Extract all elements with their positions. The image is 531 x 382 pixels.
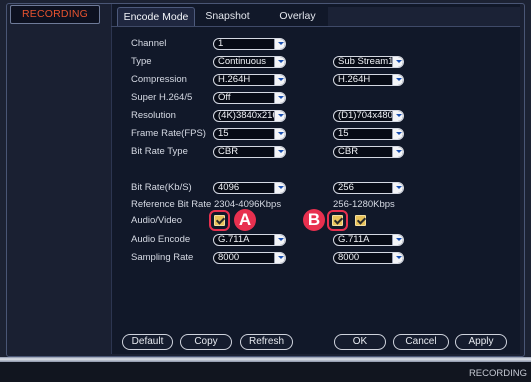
audio-video-sub-checkbox[interactable] [332, 215, 343, 226]
cancel-button[interactable]: Cancel [393, 334, 449, 350]
chevron-down-icon[interactable] [392, 235, 403, 245]
sampling-rate-sub-value: 8000 [338, 252, 360, 263]
chevron-down-icon[interactable] [274, 75, 285, 85]
resolution-sub-value: (D1)704x480 [338, 110, 393, 121]
type-sub-select[interactable]: Sub Stream1 [333, 56, 404, 68]
status-bar [0, 362, 531, 382]
sampling-rate-label: Sampling Rate [131, 252, 194, 263]
chevron-down-icon[interactable] [274, 253, 285, 263]
chevron-down-icon[interactable] [392, 183, 403, 193]
audio-video-label: Audio/Video [131, 215, 183, 226]
compression-sub-select[interactable]: H.264H [333, 74, 404, 86]
compression-main-select[interactable]: H.264H [213, 74, 286, 86]
content-panel [111, 4, 520, 354]
resolution-label: Resolution [131, 110, 176, 121]
bit-rate-main-value: 4096 [218, 182, 240, 193]
chevron-down-icon[interactable] [274, 183, 285, 193]
tab-strip [328, 7, 520, 27]
chevron-down-icon[interactable] [274, 129, 285, 139]
chevron-down-icon[interactable] [274, 111, 285, 121]
frame-rate-main-value: 15 [218, 128, 229, 139]
chevron-down-icon[interactable] [274, 235, 285, 245]
tab-overlay[interactable]: Overlay [270, 7, 325, 27]
super-h264-select[interactable]: Off [213, 92, 286, 104]
default-button[interactable]: Default [122, 334, 173, 350]
tab-snapshot[interactable]: Snapshot [200, 7, 255, 27]
sampling-rate-sub-select[interactable]: 8000 [333, 252, 404, 264]
compression-label: Compression [131, 74, 187, 85]
compression-sub-value: H.264H [338, 74, 371, 85]
chevron-down-icon[interactable] [274, 147, 285, 157]
super-h264-value: Off [218, 92, 231, 103]
frame-rate-label: Frame Rate(FPS) [131, 128, 206, 139]
refresh-button[interactable]: Refresh [240, 334, 293, 350]
sampling-rate-main-value: 8000 [218, 252, 240, 263]
audio-encode-main-select[interactable]: G.711A [213, 234, 286, 246]
bit-rate-sub-value: 256 [338, 182, 354, 193]
audio-encode-sub-select[interactable]: G.711A [333, 234, 404, 246]
chevron-down-icon[interactable] [392, 129, 403, 139]
type-main-value: Continuous [218, 56, 267, 67]
channel-value: 1 [218, 38, 224, 49]
channel-select[interactable]: 1 [213, 38, 286, 50]
chevron-down-icon[interactable] [274, 39, 285, 49]
reference-bit-rate-label: Reference Bit Rate [131, 199, 212, 210]
chevron-down-icon[interactable] [392, 111, 403, 121]
audio-video-main-checkbox[interactable] [214, 215, 225, 226]
frame-rate-sub-value: 15 [338, 128, 349, 139]
bit-rate-type-main-select[interactable]: CBR [213, 146, 286, 158]
type-label: Type [131, 56, 152, 67]
resolution-main-select[interactable]: (4K)3840x216 [213, 110, 286, 122]
bit-rate-type-sub-value: CBR [338, 146, 359, 157]
bit-rate-type-label: Bit Rate Type [131, 146, 188, 157]
sampling-rate-main-select[interactable]: 8000 [213, 252, 286, 264]
reference-bit-rate-sub: 256-1280Kbps [333, 199, 395, 210]
tab-divider [111, 26, 520, 27]
tab-encode-mode[interactable]: Encode Mode [117, 7, 195, 27]
chevron-down-icon[interactable] [392, 253, 403, 263]
chevron-down-icon[interactable] [274, 93, 285, 103]
callout-b-badge: B [303, 209, 325, 231]
window-title: RECORDING [10, 5, 100, 24]
frame-rate-main-select[interactable]: 15 [213, 128, 286, 140]
chevron-down-icon[interactable] [392, 147, 403, 157]
audio-encode-sub-value: G.711A [338, 234, 370, 245]
chevron-down-icon[interactable] [392, 75, 403, 85]
type-main-select[interactable]: Continuous [213, 56, 286, 68]
bit-rate-label: Bit Rate(Kb/S) [131, 182, 192, 193]
chevron-down-icon[interactable] [392, 57, 403, 67]
ok-button[interactable]: OK [334, 334, 386, 350]
bit-rate-sub-select[interactable]: 256 [333, 182, 404, 194]
type-sub-value: Sub Stream1 [338, 56, 394, 67]
apply-button[interactable]: Apply [455, 334, 507, 350]
bit-rate-type-sub-select[interactable]: CBR [333, 146, 404, 158]
audio-encode-main-value: G.711A [218, 234, 250, 245]
super-h264-label: Super H.264/5 [131, 92, 193, 103]
frame-rate-sub-select[interactable]: 15 [333, 128, 404, 140]
chevron-down-icon[interactable] [274, 57, 285, 67]
audio-sub-checkbox[interactable] [355, 215, 366, 226]
channel-label: Channel [131, 38, 167, 49]
resolution-sub-select[interactable]: (D1)704x480 [333, 110, 404, 122]
audio-encode-label: Audio Encode [131, 234, 191, 245]
callout-a-badge: A [234, 209, 256, 231]
copy-button[interactable]: Copy [180, 334, 232, 350]
status-bar-text: RECORDING [468, 368, 527, 379]
bit-rate-main-select[interactable]: 4096 [213, 182, 286, 194]
compression-main-value: H.264H [218, 74, 251, 85]
resolution-main-value: (4K)3840x216 [218, 110, 278, 121]
bit-rate-type-main-value: CBR [218, 146, 239, 157]
